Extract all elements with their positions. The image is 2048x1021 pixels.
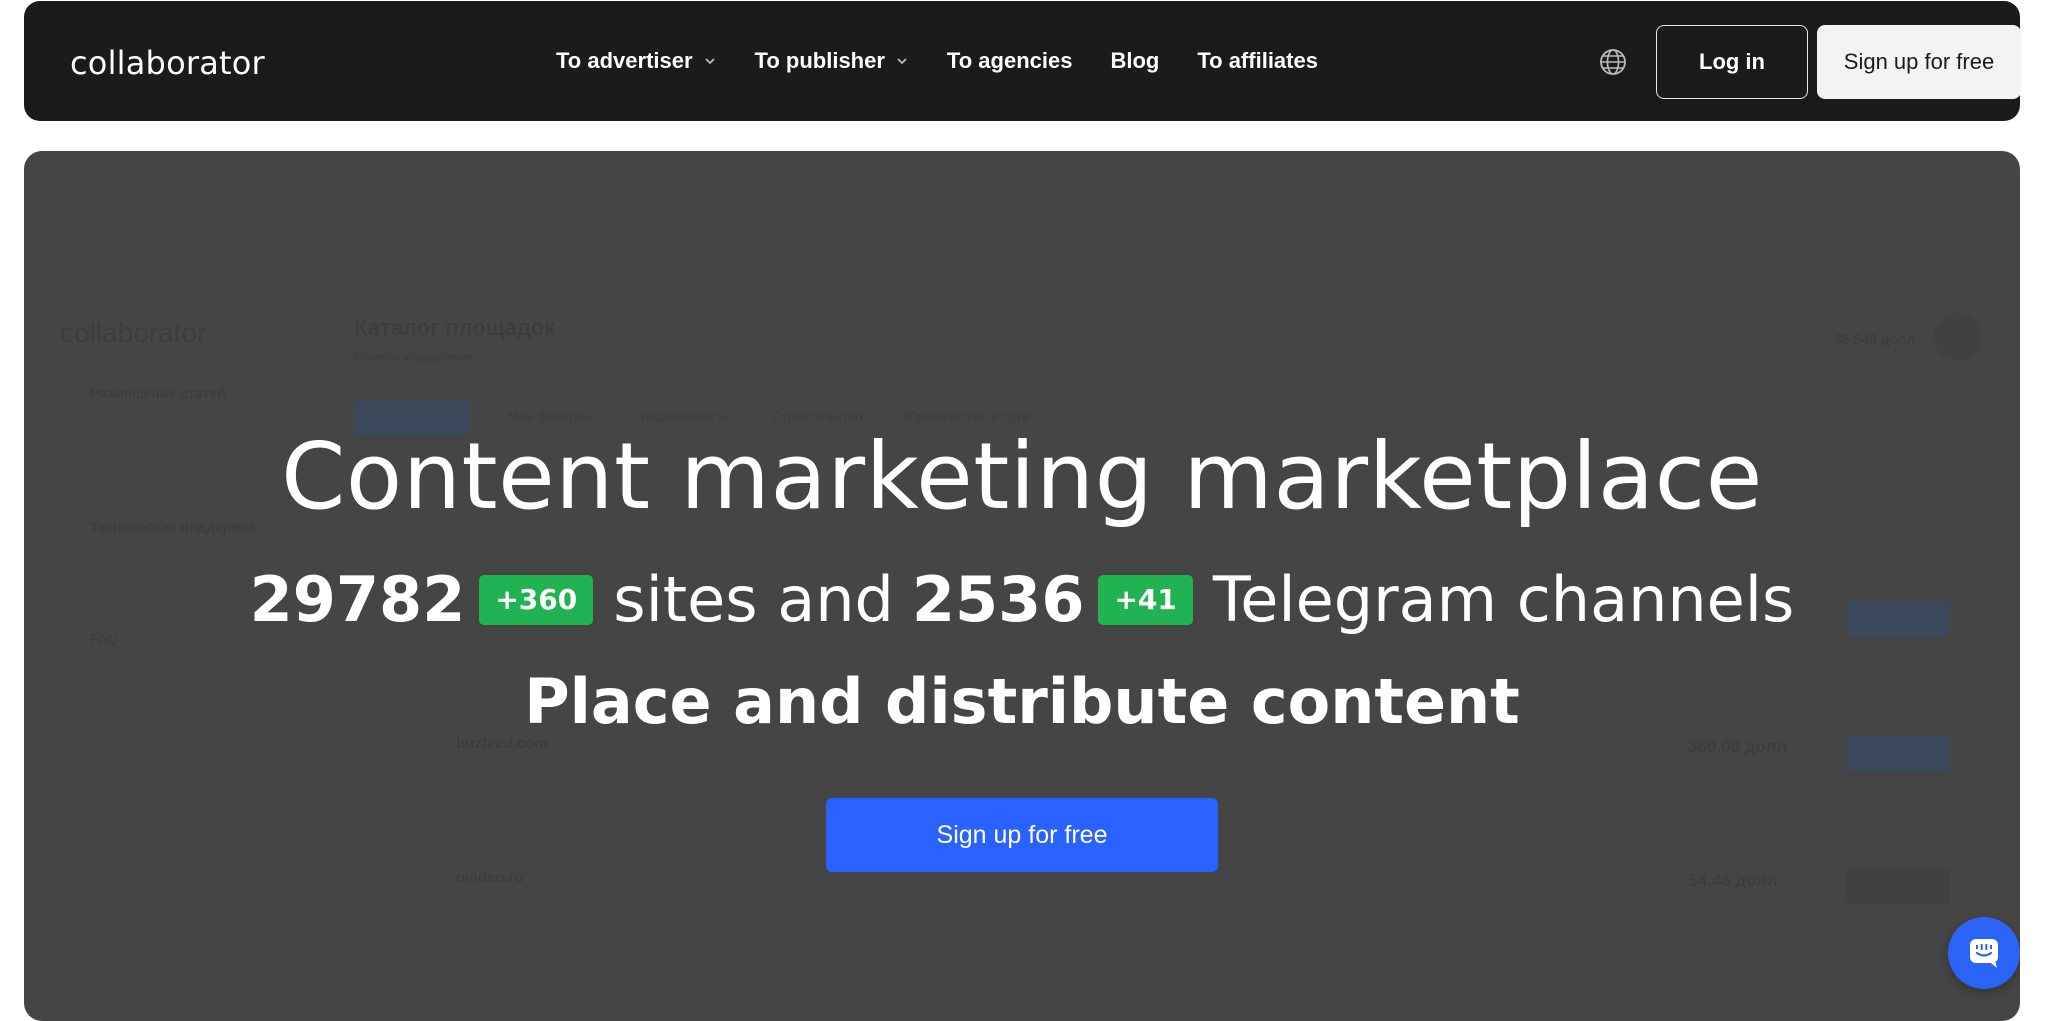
bg-filter: Недвижимость — [640, 409, 730, 424]
channels-count: 2536 — [911, 563, 1085, 636]
nav-to-publisher[interactable]: To publisher — [755, 48, 909, 74]
chat-icon — [1970, 939, 1998, 968]
channels-delta-badge: +41 — [1098, 574, 1193, 625]
bg-avatar — [1934, 313, 1982, 361]
chevron-down-icon — [704, 58, 715, 65]
channels-text: Telegram channels — [1212, 563, 1795, 636]
sites-count: 29782 — [249, 563, 466, 636]
bg-site: ovideo.ru — [456, 869, 524, 886]
nav-label: Blog — [1110, 48, 1160, 73]
bg-price: 54.46 долл — [1688, 871, 1778, 890]
stats-line: 29782 +360 sites and 2536 +41 Telegram c… — [24, 563, 2020, 636]
sites-text: sites and — [613, 563, 894, 636]
nav-to-agencies[interactable]: To agencies — [947, 48, 1073, 74]
bg-page-title: Каталог площадок — [354, 315, 556, 340]
login-button[interactable]: Log in — [1656, 25, 1808, 99]
bg-balance: 35 546 долл — [1834, 331, 1916, 347]
logo-text: collaborator — [70, 44, 265, 82]
bg-cart-button — [1846, 869, 1950, 905]
nav-label: To agencies — [946, 48, 1073, 73]
bg-price: 360.00 долл — [1688, 737, 1788, 756]
sites-delta-badge: +360 — [479, 574, 594, 625]
hero-title: Content marketing marketplace — [281, 423, 1763, 530]
bg-filter: Строительство — [772, 409, 863, 424]
bg-logo: collaborator — [60, 317, 207, 348]
signup-button-header[interactable]: Sign up for free — [1817, 25, 2021, 99]
chevron-down-icon — [897, 58, 907, 65]
bg-filter: Юридические услуги — [904, 409, 1030, 424]
nav-label: To affiliates — [1197, 48, 1318, 73]
hero-subtitle: Place and distribute content — [524, 665, 1520, 738]
globe-icon[interactable] — [1598, 47, 1628, 77]
signup-cta-button[interactable]: Sign up for free — [826, 798, 1218, 872]
hero-section: collaborator Каталог площадок Панель упр… — [24, 151, 2020, 1021]
nav-blog[interactable]: Blog — [1110, 48, 1159, 74]
main-nav: To advertiser To publisher To agencies B… — [556, 1, 1318, 121]
chat-launcher-button[interactable] — [1948, 917, 2020, 989]
nav-label: To publisher — [754, 48, 885, 73]
bg-sidebar-item: Размещение статей — [90, 385, 226, 401]
nav-label: To advertiser — [556, 48, 693, 73]
bg-breadcrumb: Панель управления — [354, 349, 474, 364]
top-navigation: collaborator To advertiser To publisher … — [24, 1, 2021, 121]
bg-filter: Мои фильтры — [508, 409, 591, 424]
collaborator-logo[interactable]: collaborator — [70, 44, 265, 82]
nav-to-affiliates[interactable]: To affiliates — [1197, 48, 1318, 74]
bg-cart-button — [1846, 735, 1950, 771]
nav-to-advertiser[interactable]: To advertiser — [556, 48, 717, 74]
